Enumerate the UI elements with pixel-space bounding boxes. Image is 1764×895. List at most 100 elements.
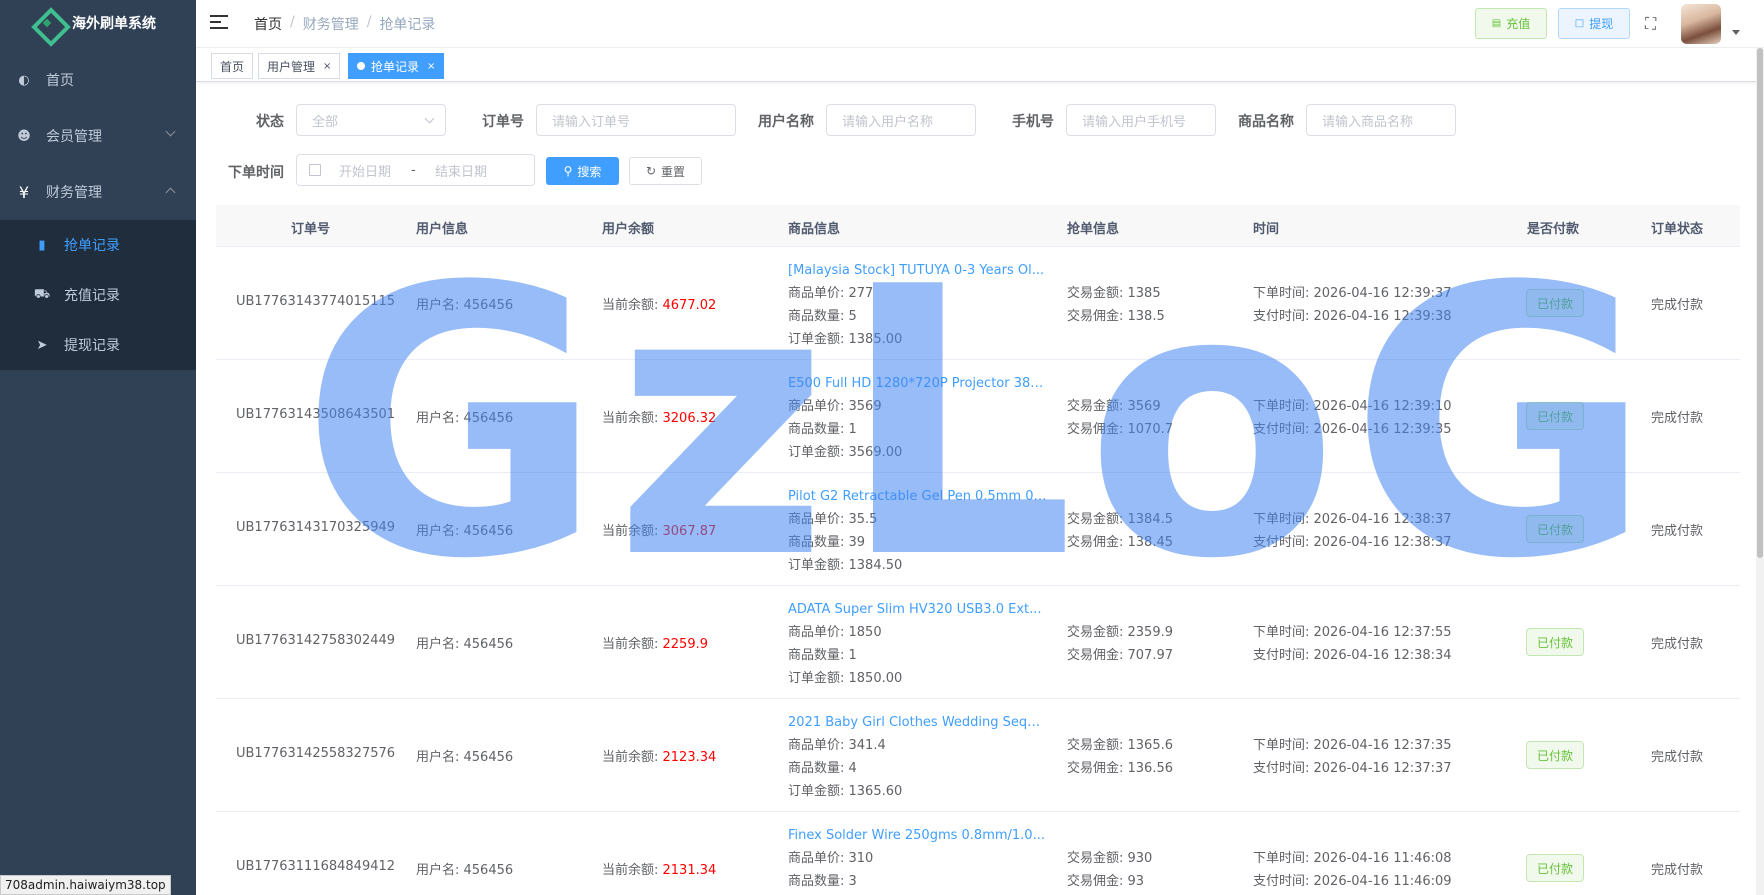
order-amount: 订单金额: 1850.00 — [788, 671, 903, 686]
refresh-icon: ↻ — [645, 164, 657, 178]
breadcrumb-home[interactable]: 首页 — [254, 14, 282, 34]
end-date-placeholder: 结束日期 — [435, 164, 488, 180]
search-icon: ⚲ — [563, 164, 573, 178]
column-header: 商品信息 — [788, 222, 841, 237]
close-icon[interactable]: × — [427, 61, 435, 72]
status-label: 状态 — [256, 114, 284, 130]
finance-submenu: ▮ 抢单记录 ⛟ 充值记录 ➤ 提现记录 — [0, 220, 196, 370]
sidebar-item-label: 充值记录 — [64, 288, 120, 304]
sidebar-item-grab-orders[interactable]: ▮ 抢单记录 — [0, 220, 196, 270]
scrollbar[interactable] — [1756, 48, 1764, 895]
product-input[interactable]: 请输入商品名称 — [1306, 104, 1456, 136]
order-time: 下单时间: 2026-04-16 12:37:35 — [1253, 738, 1452, 753]
fullscreen-icon[interactable]: ⛶ — [1645, 14, 1663, 33]
order-status: 完成付款 — [1651, 411, 1704, 426]
username-input[interactable]: 请输入用户名称 — [826, 104, 976, 136]
balance-cell: 当前余额: 3206.32 — [602, 407, 716, 426]
status-select[interactable]: 全部 — [296, 104, 446, 136]
product-title-link[interactable]: [Malaysia Stock] TUTUYA 0-3 Years Ol... — [788, 259, 1048, 282]
grab-info: 交易金额: 930 交易佣金: 93 — [1067, 847, 1152, 893]
order-number: UB17763142758302449 — [236, 633, 396, 648]
order-time: 下单时间: 2026-04-16 12:37:55 — [1253, 625, 1452, 640]
quantity: 商品数量: 3 — [788, 874, 857, 889]
balance-cell: 当前余额: 2123.34 — [602, 746, 716, 765]
product-info: ADATA Super Slim HV320 USB3.0 Ext... 商品单价… — [788, 598, 1048, 690]
recharge-button[interactable]: ▤ 充值 — [1475, 8, 1547, 39]
table-header: 订单号 用户信息 用户余额 商品信息 抢单信息 时间 是否付款 订单状态 — [216, 205, 1740, 247]
phone-input[interactable]: 请输入用户手机号 — [1066, 104, 1216, 136]
product-title-link[interactable]: Pilot G2 Retractable Gel Pen 0.5mm 0.... — [788, 485, 1048, 508]
breadcrumb-separator: / — [366, 14, 372, 30]
balance-label: 当前余额: — [602, 863, 663, 878]
column-header: 用户余额 — [602, 222, 655, 237]
time-info: 下单时间: 2026-04-16 12:39:10 支付时间: 2026-04-1… — [1253, 395, 1452, 441]
order-number: UB17763143170325949 — [236, 520, 396, 535]
user-info: 用户名: 456456 — [416, 637, 514, 652]
tag-user-management[interactable]: 用户管理 × — [258, 53, 341, 79]
order-time: 下单时间: 2026-04-16 12:39:37 — [1253, 286, 1452, 301]
chevron-down-icon — [424, 113, 435, 124]
status-badge: 已付款 — [1526, 289, 1584, 317]
sidebar-item-label: 财务管理 — [46, 185, 102, 201]
sidebar-item-finance[interactable]: ¥ 财务管理 — [0, 164, 196, 220]
balance-cell: 当前余额: 4677.02 — [602, 294, 716, 313]
sidebar-item-label: 会员管理 — [46, 129, 102, 145]
users-icon: ☻ — [17, 128, 31, 144]
sidebar-item-label: 首页 — [46, 73, 74, 89]
balance-label: 当前余额: — [602, 298, 663, 313]
product-info: 2021 Baby Girl Clothes Wedding Sequi... 商… — [788, 711, 1048, 803]
order-status: 完成付款 — [1651, 863, 1704, 878]
product-title-link[interactable]: Finex Solder Wire 250gms 0.8mm/1.0... — [788, 824, 1048, 847]
trade-amount: 交易金额: 1365.6 — [1067, 738, 1173, 753]
sidebar-item-members[interactable]: ☻ 会员管理 — [0, 108, 196, 164]
recharge-label: 充值 — [1506, 17, 1531, 31]
sidebar-item-withdraw-records[interactable]: ➤ 提现记录 — [0, 320, 196, 370]
time-info: 下单时间: 2026-04-16 12:37:35 支付时间: 2026-04-1… — [1253, 734, 1452, 780]
grab-info: 交易金额: 1384.5 交易佣金: 138.45 — [1067, 508, 1173, 554]
breadcrumb-current: 抢单记录 — [379, 17, 436, 33]
hamburger-icon[interactable] — [210, 15, 228, 31]
withdraw-label: 提现 — [1589, 17, 1614, 31]
table-row: UB17763143170325949 用户名: 456456 当前余额: 3067… — [216, 473, 1740, 586]
product-info: Finex Solder Wire 250gms 0.8mm/1.0... 商品单… — [788, 824, 1048, 893]
avatar[interactable] — [1681, 4, 1721, 44]
product-title-link[interactable]: ADATA Super Slim HV320 USB3.0 Ext... — [788, 598, 1048, 621]
reset-button[interactable]: ↻ 重置 — [629, 157, 702, 185]
range-separator: - — [411, 162, 416, 178]
tag-grab-orders[interactable]: 抢单记录 × — [348, 53, 445, 79]
order-input[interactable]: 请输入订单号 — [536, 104, 736, 136]
order-amount: 订单金额: 1385.00 — [788, 332, 903, 347]
trade-amount: 交易金额: 930 — [1067, 851, 1153, 866]
status-badge: 已付款 — [1526, 628, 1584, 656]
tag-home[interactable]: 首页 — [211, 53, 254, 79]
status-url: 708admin.haiwaiym38.top — [0, 875, 171, 895]
search-label: 搜索 — [577, 164, 602, 179]
search-button[interactable]: ⚲ 搜索 — [546, 157, 619, 185]
product-title-link[interactable]: 2021 Baby Girl Clothes Wedding Sequi... — [788, 711, 1048, 734]
order-time: 下单时间: 2026-04-16 12:38:37 — [1253, 512, 1452, 527]
calendar-icon — [309, 164, 321, 176]
logo[interactable]: 海外刷单系统 — [0, 0, 196, 46]
caret-down-icon[interactable] — [1732, 30, 1740, 35]
breadcrumb-finance: 财务管理 — [302, 17, 359, 33]
balance-cell: 当前余额: 3067.87 — [602, 520, 716, 539]
time-info: 下单时间: 2026-04-16 11:46:08 支付时间: 2026-04-1… — [1253, 847, 1452, 893]
withdraw-button[interactable]: □ 提现 — [1558, 8, 1630, 39]
balance-cell: 当前余额: 2259.9 — [602, 633, 708, 652]
balance-cell: 当前余额: 2131.34 — [602, 859, 716, 878]
sidebar-item-home[interactable]: ◐ 首页 — [0, 52, 196, 108]
balance-label: 当前余额: — [602, 750, 663, 765]
quantity: 商品数量: 39 — [788, 535, 866, 550]
product-label: 商品名称 — [1238, 114, 1294, 130]
close-icon[interactable]: × — [323, 61, 331, 72]
product-title-link[interactable]: E500 Full HD 1280*720P Projector 380... — [788, 372, 1048, 395]
date-range-picker[interactable]: 开始日期 - 结束日期 — [296, 154, 535, 186]
scrollbar-thumb[interactable] — [1757, 48, 1763, 558]
trade-amount: 交易金额: 1384.5 — [1067, 512, 1173, 527]
time-label: 下单时间 — [228, 165, 284, 181]
column-header: 是否付款 — [1527, 222, 1580, 237]
status-badge: 已付款 — [1526, 741, 1584, 769]
time-info: 下单时间: 2026-04-16 12:38:37 支付时间: 2026-04-1… — [1253, 508, 1452, 554]
status-badge: 已付款 — [1526, 402, 1584, 430]
sidebar-item-recharge-records[interactable]: ⛟ 充值记录 — [0, 270, 196, 320]
